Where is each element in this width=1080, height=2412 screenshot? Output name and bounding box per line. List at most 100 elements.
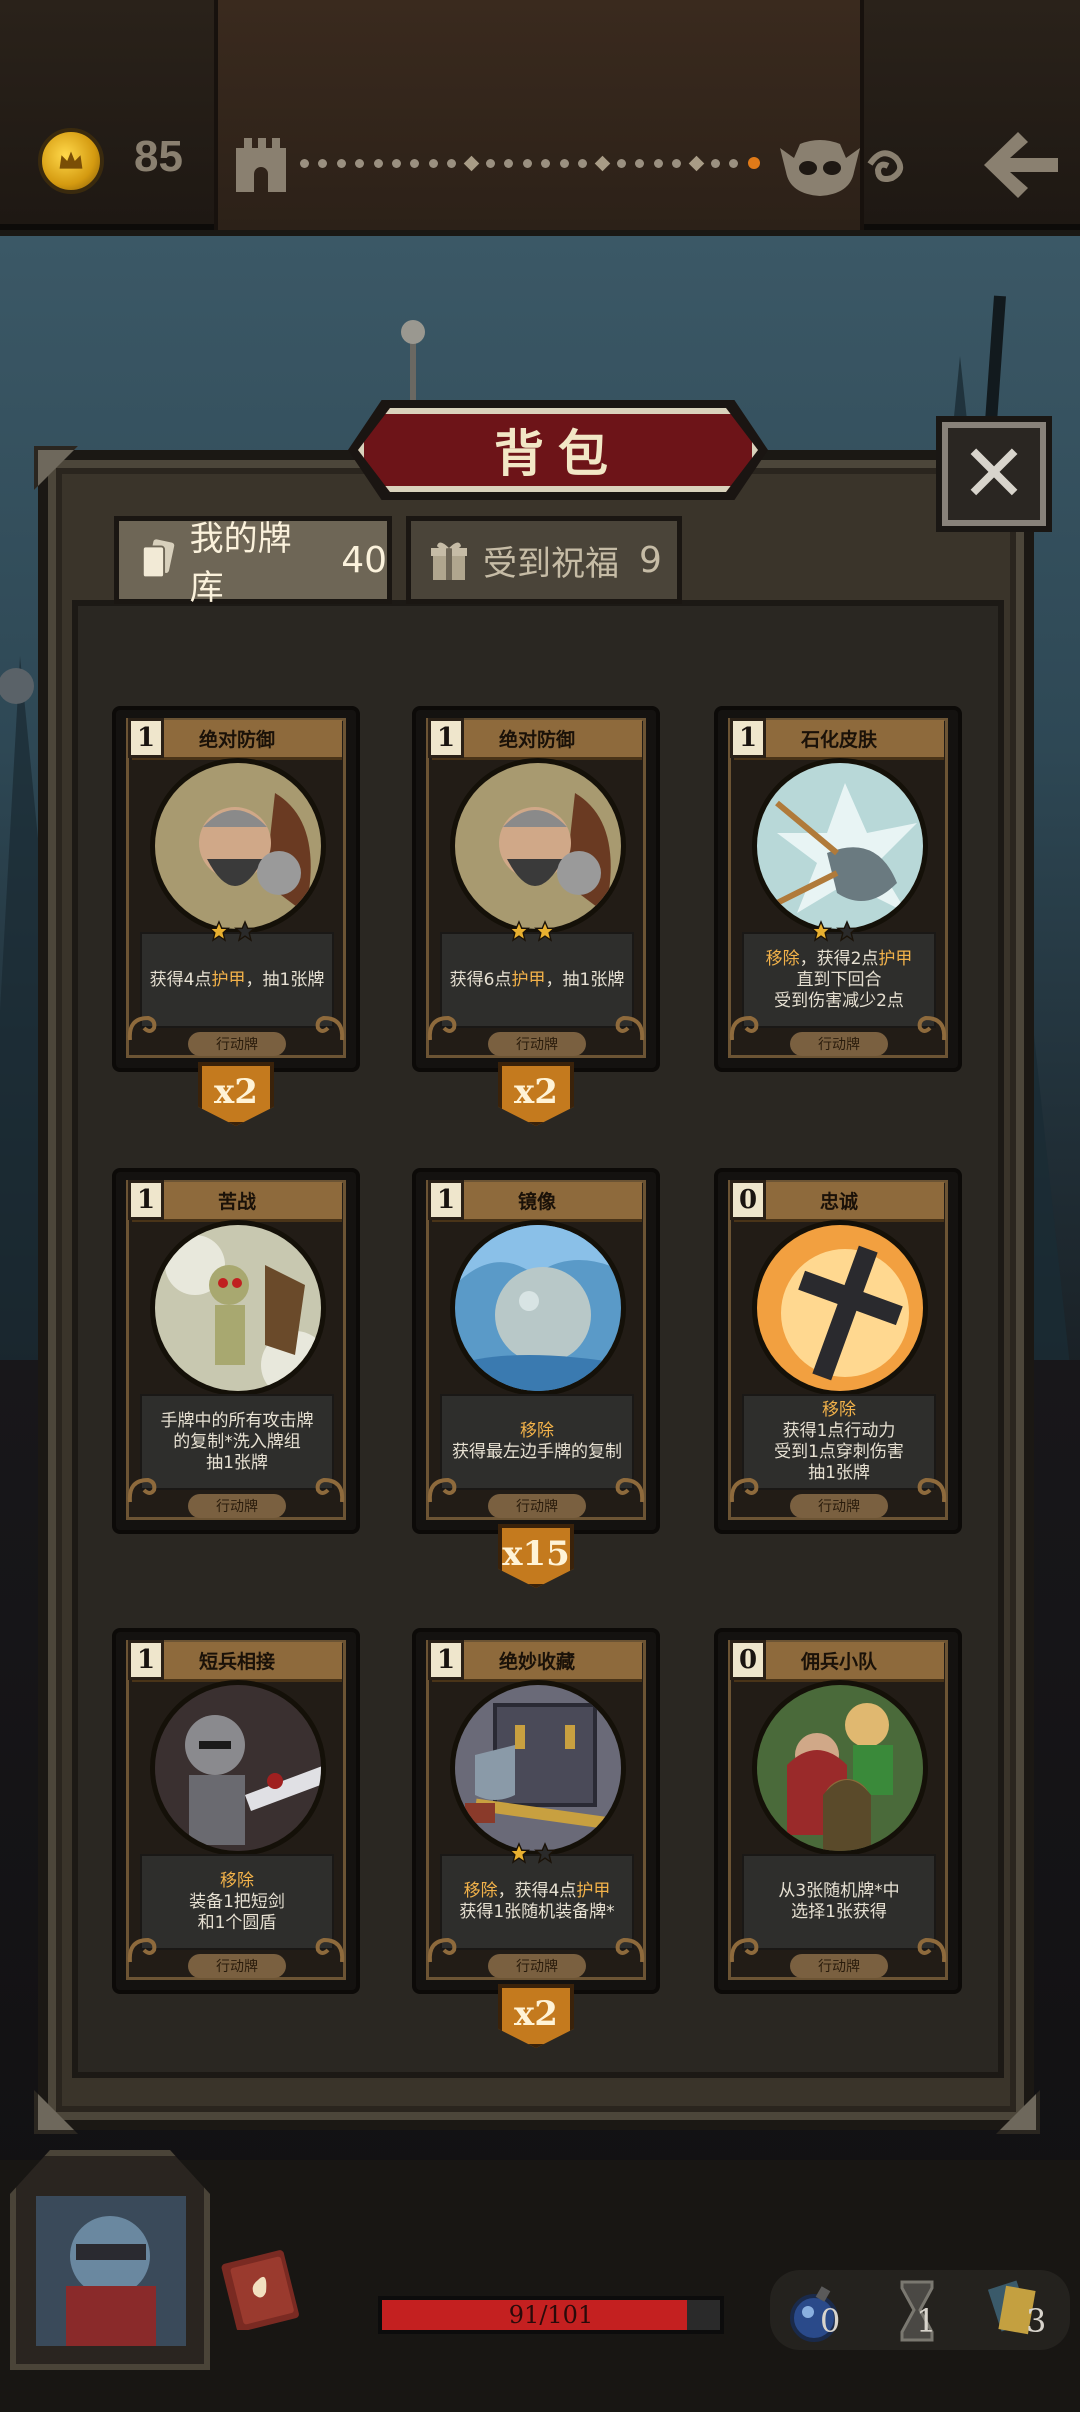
gold-coin-icon — [38, 128, 104, 194]
card-name: 忠诚 — [819, 1191, 858, 1213]
tab-blessings[interactable]: 受到祝福 9 — [406, 516, 682, 604]
map-node — [504, 158, 514, 168]
description-text: 护甲 — [576, 1881, 611, 1901]
dwarf-shield-art — [150, 758, 326, 934]
card[interactable]: 苦战 1 手牌中的所有攻击牌 的复制*洗入牌组 抽1张牌 行动牌 — [112, 1168, 360, 1534]
description-line: 手牌中的所有攻击牌 — [161, 1411, 314, 1432]
card[interactable]: 绝对防御 1 获得4点护甲，抽1张牌 行动牌 — [112, 706, 360, 1072]
spellbook-icon[interactable] — [218, 2240, 308, 2330]
tab-count: 9 — [639, 539, 662, 581]
title-plate: 背包 — [358, 408, 758, 492]
card[interactable]: 镜像 1 移除 获得最左边手牌的复制 行动牌 — [412, 1168, 660, 1534]
card-cost: 1 — [128, 718, 164, 758]
map-node-current — [747, 157, 760, 169]
card-type-label: 行动牌 — [188, 1494, 286, 1518]
scroll-ornament-icon — [726, 1010, 762, 1046]
card-cost: 1 — [428, 1640, 464, 1680]
description-text: 获得最左边手牌的复制 — [452, 1442, 622, 1462]
description-text: 从3张随机牌*中 — [778, 1881, 900, 1901]
description-text: ，获得4点 — [497, 1881, 577, 1901]
description-line: 抽1张牌 — [808, 1463, 870, 1484]
card[interactable]: 石化皮肤 1 移除，获得2点护甲 直到下回合 受到伤害减少2点 行动牌 — [714, 706, 962, 1072]
close-button[interactable]: ✕ — [942, 422, 1046, 526]
map-node — [463, 155, 479, 171]
card-name: 绝妙收藏 — [498, 1651, 575, 1673]
description-line: 获得6点护甲，抽1张牌 — [450, 970, 625, 991]
card[interactable]: 忠诚 0 移除 获得1点行动力 受到1点穿刺伤害 抽1张牌 行动牌 — [714, 1168, 962, 1534]
description-text: ，获得2点 — [799, 948, 879, 969]
scroll-ornament-icon — [914, 1010, 950, 1046]
card-name: 绝对防御 — [498, 729, 575, 751]
description-line: 和1个圆盾 — [198, 1913, 277, 1934]
description-line: 移除 — [220, 1871, 254, 1892]
card-type-label: 行动牌 — [790, 1954, 888, 1978]
description-text: 装备1把短剑 — [189, 1891, 285, 1912]
boss-skull-icon — [780, 140, 904, 196]
stone-skin-art — [752, 758, 928, 934]
scroll-ornament-icon — [726, 1932, 762, 1968]
card-cost: 1 — [128, 1640, 164, 1680]
card-type-label: 行动牌 — [790, 1032, 888, 1056]
scroll-ornament-icon — [612, 1010, 648, 1046]
card[interactable]: 绝对防御 1 获得6点护甲，抽1张牌 行动牌 — [412, 706, 660, 1072]
star-empty-icon — [234, 920, 256, 946]
card-cost: 1 — [730, 718, 766, 758]
card-type-label: 行动牌 — [188, 1954, 286, 1978]
description-text: ，抽1张牌 — [545, 969, 625, 990]
tab-count: 40 — [341, 539, 387, 581]
map-node — [672, 158, 682, 168]
scroll-ornament-icon — [312, 1472, 348, 1508]
map-node — [710, 158, 720, 168]
map-node — [373, 158, 383, 168]
panel-title: 背包 — [494, 425, 622, 483]
description-text: 移除 — [520, 1421, 554, 1441]
card[interactable]: 短兵相接 1 移除 装备1把短剑 和1个圆盾 行动牌 — [112, 1628, 360, 1994]
map-node — [635, 158, 645, 168]
scroll-ornament-icon — [124, 1472, 160, 1508]
card-description: 从3张随机牌*中 选择1张获得 — [742, 1854, 936, 1950]
top-bar-center-panel — [214, 0, 864, 230]
map-node — [653, 158, 663, 168]
star-filled-icon — [534, 920, 556, 946]
description-text: 抽1张牌 — [808, 1463, 870, 1483]
close-icon: ✕ — [960, 427, 1028, 520]
card-name: 绝对防御 — [198, 729, 275, 751]
tab-label: 受到祝福 — [483, 543, 619, 584]
map-node — [300, 158, 309, 168]
card-type-label: 行动牌 — [790, 1494, 888, 1518]
hero-avatar-icon — [36, 2196, 186, 2346]
hero-portrait[interactable] — [10, 2150, 210, 2370]
card-cost: 1 — [128, 1180, 164, 1220]
weapon-rack-art — [450, 1680, 626, 1856]
scroll-ornament-icon — [612, 1932, 648, 1968]
description-text: 选择1张获得 — [791, 1902, 887, 1922]
tab-label: 我的牌库 — [189, 519, 292, 608]
scroll-ornament-icon — [612, 1472, 648, 1508]
card-type-label: 行动牌 — [488, 1032, 586, 1056]
map-node — [392, 158, 402, 168]
back-arrow-icon[interactable] — [980, 128, 1062, 202]
scroll-ornament-icon — [726, 1472, 762, 1508]
description-text: 移除 — [765, 948, 800, 969]
description-line: 装备1把短剑 — [189, 1892, 285, 1913]
card-name: 佣兵小队 — [800, 1651, 877, 1673]
star-filled-icon — [810, 920, 832, 946]
tab-my-deck[interactable]: 我的牌库 40 — [114, 516, 392, 608]
description-line: 抽1张牌 — [206, 1453, 268, 1474]
map-node — [578, 158, 588, 168]
card-cost: 0 — [730, 1640, 766, 1680]
map-node — [428, 158, 438, 168]
card-description: 移除 获得1点行动力 受到1点穿刺伤害 抽1张牌 — [742, 1394, 936, 1490]
card-type-label: 行动牌 — [488, 1954, 586, 1978]
map-node — [336, 158, 346, 168]
star-empty-icon — [534, 1842, 556, 1868]
description-text: 手牌中的所有攻击牌 — [160, 1410, 314, 1431]
card[interactable]: 绝妙收藏 1 移除，获得4点护甲 获得1张随机装备牌* 行动牌 — [412, 1628, 660, 1994]
gold-count: 85 — [134, 132, 183, 181]
map-progress-track — [300, 155, 760, 171]
card[interactable]: 佣兵小队 0 从3张随机牌*中 选择1张获得行动牌 — [714, 1628, 962, 1994]
potion-count: 0 — [820, 2302, 841, 2340]
health-bar: 91/101 — [378, 2296, 724, 2334]
description-line: 获得1张随机装备牌* — [459, 1902, 614, 1923]
description-text: 护甲 — [211, 969, 246, 990]
